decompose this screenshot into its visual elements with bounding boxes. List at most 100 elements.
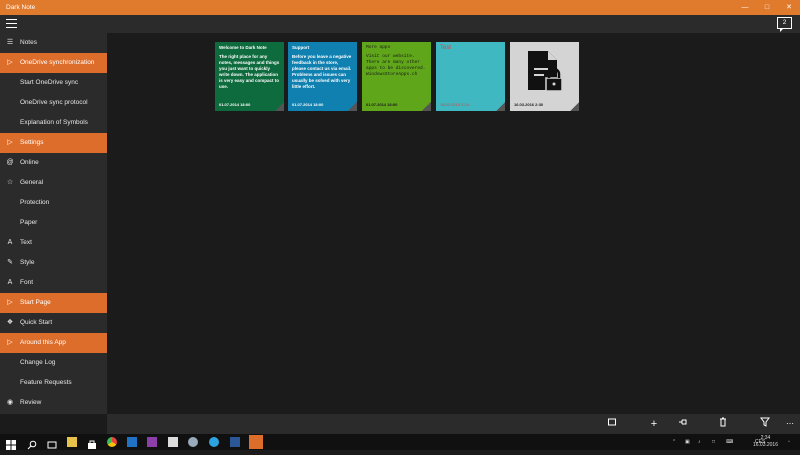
sidebar-item-label: Quick Start	[20, 319, 53, 326]
sidebar-nav: ☰ Notes ▷ OneDrive synchronization Start One…	[0, 33, 107, 414]
star-icon: ☆	[6, 179, 14, 186]
sidebar-item-label: Start Page	[20, 299, 51, 306]
more-icon[interactable]: ⋯	[783, 417, 797, 431]
font-icon: A	[7, 279, 13, 286]
note-card[interactable]: Welcome to Dark Note The right place for …	[215, 42, 284, 111]
window-titlebar: Dark Note — □ ✕	[0, 0, 800, 15]
volume-icon[interactable]: ♪	[698, 434, 701, 450]
close-icon[interactable]: ✕	[778, 0, 800, 15]
message-icon[interactable]: □	[712, 434, 715, 450]
sidebar-item-label: Notes	[20, 39, 37, 46]
sidebar-item-label: Style	[20, 259, 35, 266]
store-icon[interactable]	[87, 437, 97, 449]
add-icon[interactable]: +	[647, 417, 661, 431]
sidebar-item-online[interactable]: @ Online	[0, 153, 107, 173]
sidebar-item-text[interactable]: A Text	[0, 233, 107, 253]
clock-time: 2:34	[760, 435, 771, 441]
search-icon[interactable]	[27, 437, 37, 450]
chevron-right-icon: ▷	[7, 299, 13, 306]
delete-icon[interactable]	[716, 417, 730, 431]
note-date: 01.07.2014 18:00	[366, 102, 398, 107]
chevron-right-icon: ▷	[7, 59, 13, 66]
task-view-icon[interactable]	[47, 437, 57, 449]
sidebar-item-settings[interactable]: ▷ Settings	[0, 133, 107, 153]
style-icon: ✎	[7, 259, 13, 266]
windows-start-icon[interactable]	[6, 437, 16, 450]
sidebar-item-start-page[interactable]: ▷ Start Page	[0, 293, 107, 313]
note-fold	[275, 102, 284, 111]
note-date: 01.07.2014 18:00	[219, 102, 251, 107]
file-explorer-icon[interactable]	[67, 437, 77, 447]
sidebar-item-font[interactable]: A Font	[0, 273, 107, 293]
sidebar-item-label: General	[20, 179, 44, 186]
minimize-icon[interactable]: —	[734, 0, 756, 15]
note-title: Test	[440, 45, 452, 51]
note-fold	[496, 102, 505, 111]
window-title: Dark Note	[6, 4, 36, 11]
note-fold	[348, 102, 357, 111]
sidebar-item-label: Paper	[20, 219, 38, 226]
sidebar-item-label: OneDrive sync protocol	[20, 99, 88, 106]
note-card[interactable]: More apps Visit our website. There are ma…	[362, 42, 431, 111]
note-card[interactable]: 16.03.2016 2:30	[510, 42, 579, 111]
outlook-icon[interactable]	[127, 437, 137, 447]
sidebar-item-quick-start[interactable]: ❖ Quick Start	[0, 313, 107, 333]
notifications-icon[interactable]: ▫	[788, 434, 790, 450]
sidebar-item-start-onedrive-sync[interactable]: Start OneDrive sync	[0, 73, 107, 93]
sidebar-item-label: Text	[20, 239, 32, 246]
sidebar-item-style[interactable]: ✎ Style	[0, 253, 107, 273]
chrome-icon[interactable]	[107, 437, 117, 447]
chevron-right-icon: ▷	[7, 339, 13, 346]
note-body: Visit our website. There are many other …	[366, 54, 426, 77]
dark-note-icon[interactable]	[249, 435, 263, 449]
note-date: 16.03.2016 2:24	[440, 102, 469, 107]
note-title: Welcome to Dark Note	[219, 45, 267, 50]
sidebar-item-notes[interactable]: ☰ Notes	[0, 33, 107, 53]
sidebar-item-label: Explanation of Symbols	[20, 119, 88, 126]
app-icon[interactable]	[188, 437, 198, 447]
keyboard-icon[interactable]: ⌨	[726, 434, 733, 450]
sidebar-item-label: Settings	[20, 139, 44, 146]
sidebar-item-general[interactable]: ☆ General	[0, 173, 107, 193]
quick-start-icon: ❖	[6, 319, 14, 326]
up-arrow-icon[interactable]: ⌃	[672, 434, 676, 450]
skype-icon[interactable]	[209, 437, 219, 447]
sidebar-item-label: Font	[20, 279, 34, 286]
note-title: Support	[292, 45, 310, 50]
word-icon[interactable]	[230, 437, 240, 447]
at-icon: @	[6, 159, 14, 166]
note-title: More apps	[366, 45, 391, 50]
calculator-icon[interactable]	[168, 437, 178, 447]
note-card[interactable]: Support Before you leave a negative feedb…	[288, 42, 357, 111]
pin-icon[interactable]	[676, 417, 690, 431]
maximize-icon[interactable]: □	[756, 0, 778, 15]
system-clock[interactable]: 2:34 16.03.2016	[753, 435, 778, 449]
windows-taskbar: ⌃ ▣ ♪ □ ⌨ CES 2:34 16.03.2016 ▫	[0, 434, 800, 450]
sidebar-item-onedrive-sync-protocol[interactable]: OneDrive sync protocol	[0, 93, 107, 113]
sidebar-item-protection[interactable]: Protection	[0, 193, 107, 213]
sidebar-item-feature-requests[interactable]: Feature Requests	[0, 373, 107, 393]
message-badge[interactable]: 2	[777, 17, 792, 32]
sidebar-item-change-log[interactable]: Change Log	[0, 353, 107, 373]
sidebar-item-explanation-of-symbols[interactable]: Explanation of Symbols	[0, 113, 107, 133]
sidebar-item-around-this-app[interactable]: ▷ Around this App	[0, 333, 107, 353]
sidebar-item-review[interactable]: ◉ Review	[0, 393, 107, 413]
hamburger-menu-icon[interactable]	[6, 19, 17, 28]
select-icon[interactable]	[605, 417, 619, 431]
note-card[interactable]: Test 16.03.2016 2:24	[436, 42, 505, 111]
sidebar-item-label: Protection	[20, 199, 50, 206]
sidebar-item-label: OneDrive synchronization	[20, 59, 95, 66]
notes-icon: ☰	[6, 39, 14, 46]
sidebar-item-paper[interactable]: Paper	[0, 213, 107, 233]
clock-date: 16.03.2016	[752, 442, 778, 448]
note-fold	[570, 102, 579, 111]
notes-area: Welcome to Dark Note The right place for …	[107, 33, 800, 414]
onenote-icon[interactable]	[147, 437, 157, 447]
note-body: Before you leave a negative feedback in …	[292, 54, 352, 89]
filter-icon[interactable]	[758, 417, 772, 431]
note-fold	[422, 102, 431, 111]
locked-document-icon	[524, 50, 564, 96]
sidebar-item-onedrive-synchronization[interactable]: ▷ OneDrive synchronization	[0, 53, 107, 73]
note-body: The right place for any notes, messages …	[219, 54, 280, 89]
network-icon[interactable]: ▣	[685, 434, 690, 450]
